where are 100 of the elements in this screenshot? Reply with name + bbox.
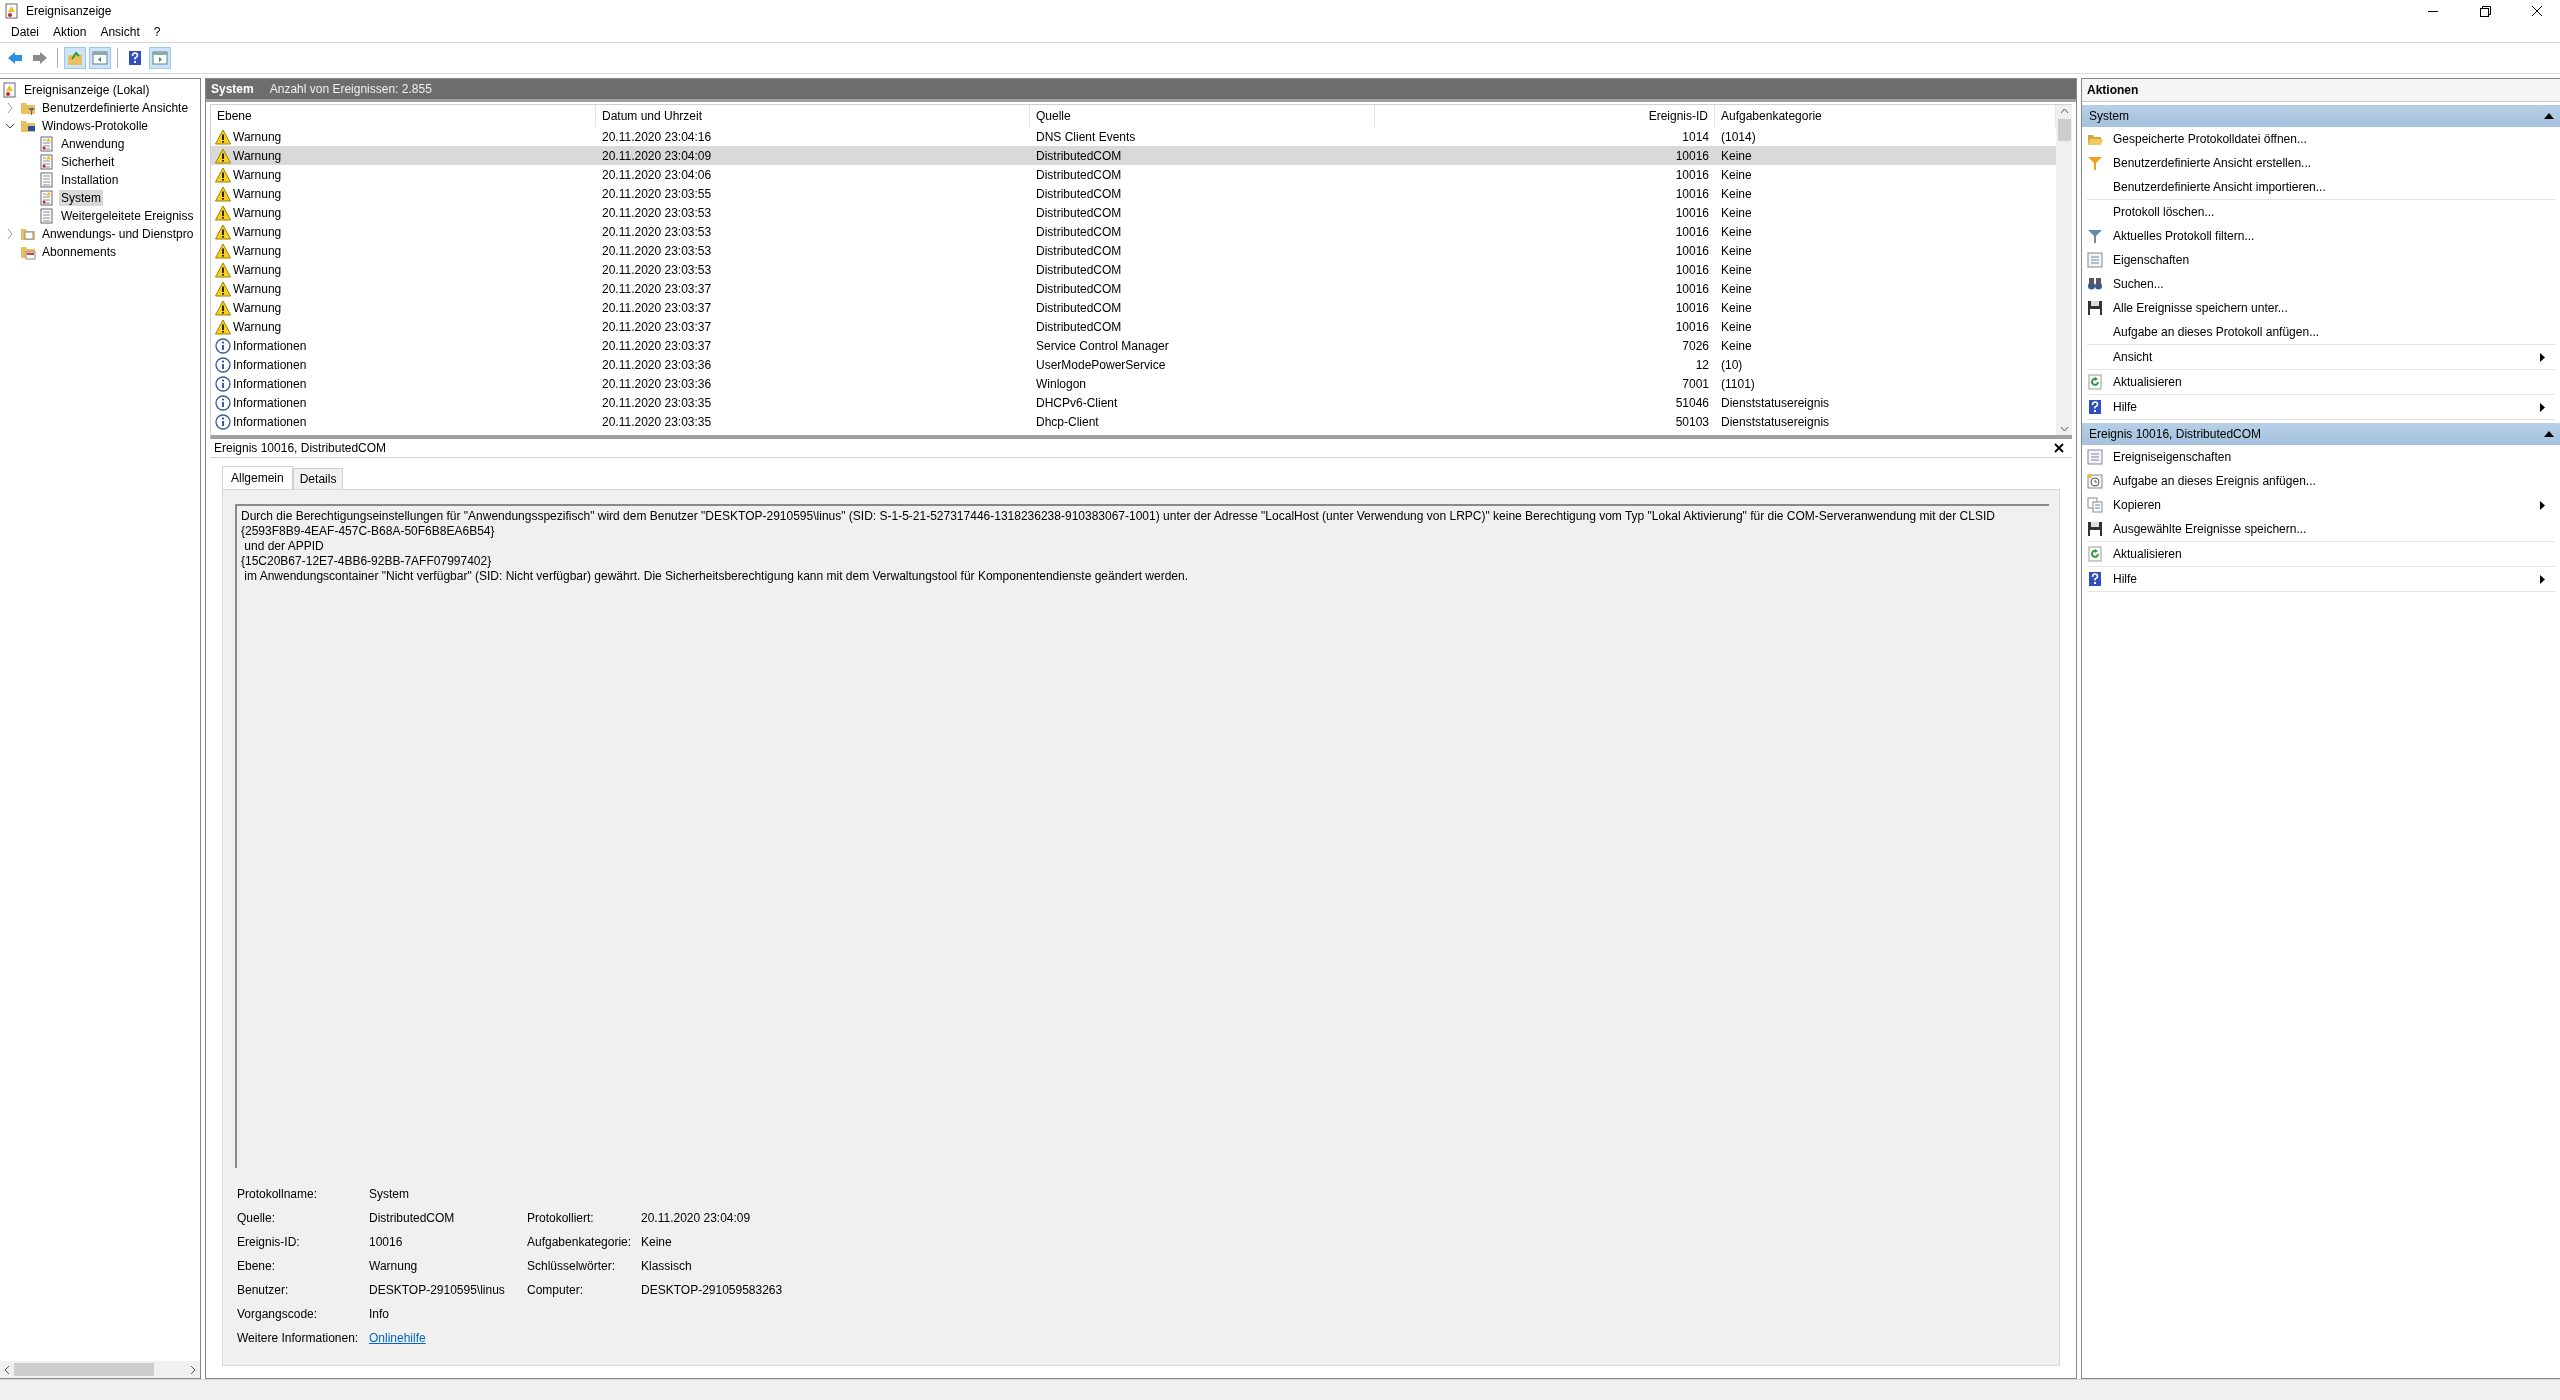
- tree-item[interactable]: Sicherheit: [59, 154, 117, 170]
- field-label: Ereignis-ID:: [237, 1236, 300, 1249]
- table-cell: DistributedCOM: [1036, 186, 1122, 201]
- action-link[interactable]: Gespeicherte Protokolldatei öffnen...: [2113, 132, 2307, 146]
- table-cell: 20.11.2020 23:03:53: [602, 224, 712, 239]
- table-row[interactable]: Warnung 20.11.2020 23:03:37 DistributedCOM 10016 Keine: [211, 279, 2056, 298]
- action-link[interactable]: Aktualisieren: [2113, 547, 2182, 561]
- table-cell: 20.11.2020 23:03:35: [602, 395, 712, 410]
- event-count: Anzahl von Ereignissen: 2.855: [269, 82, 432, 96]
- field-value: DistributedCOM: [369, 1212, 455, 1225]
- table-cell: 10016: [1675, 319, 1709, 334]
- close-icon[interactable]: [2054, 443, 2064, 453]
- table-row[interactable]: Informationen 20.11.2020 23:03:35 Dhcp-Client 50103 Dienststatusereignis: [211, 412, 2056, 431]
- action-link[interactable]: Aktuelles Protokoll filtern...: [2113, 229, 2255, 243]
- action-link[interactable]: Benutzerdefinierte Ansicht importieren...: [2113, 180, 2326, 194]
- tree-item[interactable]: Abonnements: [40, 244, 119, 260]
- table-row[interactable]: Warnung 20.11.2020 23:03:53 DistributedCOM 10016 Keine: [211, 241, 2056, 260]
- field-label: Protokollname:: [237, 1188, 318, 1201]
- action-link[interactable]: Protokoll löschen...: [2113, 205, 2215, 219]
- tree-item[interactable]: Anwendung: [59, 136, 127, 152]
- column-header[interactable]: Quelle: [1030, 105, 1375, 127]
- event-viewer-icon: [2, 82, 18, 98]
- table-row[interactable]: Informationen 20.11.2020 23:03:36 Winlogon 7001 (1101): [211, 374, 2056, 393]
- table-row[interactable]: Warnung 20.11.2020 23:03:53 DistributedCOM 10016 Keine: [211, 203, 2056, 222]
- menu-item[interactable]: Datei: [4, 25, 46, 39]
- action-link[interactable]: Ausgewählte Ereignisse speichern...: [2113, 522, 2307, 536]
- table-cell: Keine: [1721, 148, 1752, 163]
- submenu-arrow-icon[interactable]: [2540, 352, 2545, 362]
- field-value: 10016: [369, 1236, 403, 1249]
- tree-item[interactable]: System: [59, 190, 103, 206]
- action-link[interactable]: Benutzerdefinierte Ansicht erstellen...: [2113, 156, 2312, 170]
- submenu-arrow-icon[interactable]: [2540, 500, 2545, 510]
- table-row[interactable]: Warnung 20.11.2020 23:04:06 DistributedCOM 10016 Keine: [211, 165, 2056, 184]
- table-cell: (10): [1721, 357, 1743, 372]
- collapse-icon[interactable]: [2544, 113, 2554, 119]
- table-row[interactable]: Warnung 20.11.2020 23:04:09 DistributedCOM 10016 Keine: [211, 146, 2056, 165]
- field-value: Klassisch: [641, 1260, 692, 1273]
- table-cell: 12: [1695, 357, 1709, 372]
- table-cell: 1014: [1682, 129, 1709, 144]
- collapse-icon[interactable]: [2544, 431, 2554, 437]
- table-cell: Informationen: [233, 357, 307, 372]
- action-link[interactable]: Ansicht: [2113, 350, 2153, 364]
- action-link[interactable]: Hilfe: [2113, 400, 2137, 414]
- submenu-arrow-icon[interactable]: [2540, 574, 2545, 584]
- action-link[interactable]: Aufgabe an dieses Protokoll anfügen...: [2113, 325, 2320, 339]
- table-cell: 7001: [1682, 376, 1709, 391]
- section-header[interactable]: Ereignis 10016, DistributedCOM: [2082, 423, 2560, 445]
- table-cell: 50103: [1675, 414, 1709, 429]
- tree-item[interactable]: Anwendungs- und Dienstpro: [40, 226, 196, 242]
- menu-item[interactable]: Aktion: [46, 25, 94, 39]
- action-link[interactable]: Hilfe: [2113, 572, 2137, 586]
- table-row[interactable]: Warnung 20.11.2020 23:04:16 DNS Client Events 1014 (1014): [211, 127, 2056, 146]
- table-row[interactable]: Warnung 20.11.2020 23:03:37 DistributedCOM 10016 Keine: [211, 298, 2056, 317]
- table-row[interactable]: Informationen 20.11.2020 23:03:37 Service Control Manager 7026 Keine: [211, 336, 2056, 355]
- action-link[interactable]: Aktualisieren: [2113, 375, 2182, 389]
- table-row[interactable]: Informationen 20.11.2020 23:03:35 DHCPv6-Client 51046 Dienststatusereignis: [211, 393, 2056, 412]
- tab[interactable]: Allgemein: [222, 466, 293, 489]
- table-row[interactable]: Warnung 20.11.2020 23:03:53 DistributedCOM 10016 Keine: [211, 260, 2056, 279]
- action-link[interactable]: Kopieren: [2113, 498, 2162, 512]
- action-link[interactable]: Alle Ereignisse speichern unter...: [2113, 301, 2288, 315]
- scrollbar-thumb[interactable]: [14, 1363, 154, 1376]
- tree-item[interactable]: Ereignisanzeige (Lokal): [22, 82, 152, 98]
- column-header[interactable]: Datum und Uhrzeit: [596, 105, 1030, 127]
- tree-item[interactable]: Installation: [59, 172, 121, 188]
- action-link[interactable]: Ereigniseigenschaften: [2113, 450, 2232, 464]
- section-header[interactable]: System: [2082, 105, 2560, 127]
- field-label: Quelle:: [237, 1212, 276, 1225]
- table-row[interactable]: Warnung 20.11.2020 23:03:37 DistributedCOM 10016 Keine: [211, 317, 2056, 336]
- table-cell: Warnung: [233, 281, 282, 296]
- tree-item[interactable]: Windows-Protokolle: [40, 118, 151, 134]
- table-cell: Warnung: [233, 300, 282, 315]
- field-label: Protokolliert:: [527, 1212, 594, 1225]
- menu-item[interactable]: Ansicht: [93, 25, 147, 39]
- column-header[interactable]: Ereignis-ID: [1375, 105, 1715, 127]
- submenu-arrow-icon[interactable]: [2540, 402, 2545, 412]
- action-link[interactable]: Eigenschaften: [2113, 253, 2190, 267]
- field-value: Keine: [641, 1236, 672, 1249]
- action-link[interactable]: Aufgabe an dieses Ereignis anfügen...: [2113, 474, 2316, 488]
- horizontal-scrollbar[interactable]: [0, 1361, 200, 1378]
- menu-item[interactable]: ?: [146, 25, 168, 39]
- tree-item[interactable]: Benutzerdefinierte Ansichte: [40, 100, 191, 116]
- log-icon: [39, 136, 55, 152]
- tree-item[interactable]: Weitergeleitete Ereigniss: [59, 208, 196, 224]
- log-icon: [39, 208, 55, 224]
- field-value: Warnung: [369, 1260, 418, 1273]
- table-cell: 10016: [1675, 205, 1709, 220]
- field-label: Benutzer:: [237, 1284, 289, 1297]
- table-cell: Informationen: [233, 338, 307, 353]
- table-row[interactable]: Warnung 20.11.2020 23:03:55 DistributedCOM 10016 Keine: [211, 184, 2056, 203]
- table-row[interactable]: Warnung 20.11.2020 23:03:53 DistributedCOM 10016 Keine: [211, 222, 2056, 241]
- tab[interactable]: Details: [292, 468, 344, 489]
- log-icon: [39, 190, 55, 206]
- action-link[interactable]: Suchen...: [2113, 277, 2164, 291]
- column-header[interactable]: Ebene: [211, 105, 596, 127]
- table-cell: Keine: [1721, 319, 1752, 334]
- help-link[interactable]: Onlinehilfe: [369, 1332, 426, 1345]
- scrollbar-thumb[interactable]: [2057, 119, 2071, 141]
- table-cell: 20.11.2020 23:03:37: [602, 338, 712, 353]
- table-row[interactable]: Informationen 20.11.2020 23:03:36 UserModePowerService 12 (10): [211, 355, 2056, 374]
- vertical-scrollbar[interactable]: [2056, 105, 2072, 435]
